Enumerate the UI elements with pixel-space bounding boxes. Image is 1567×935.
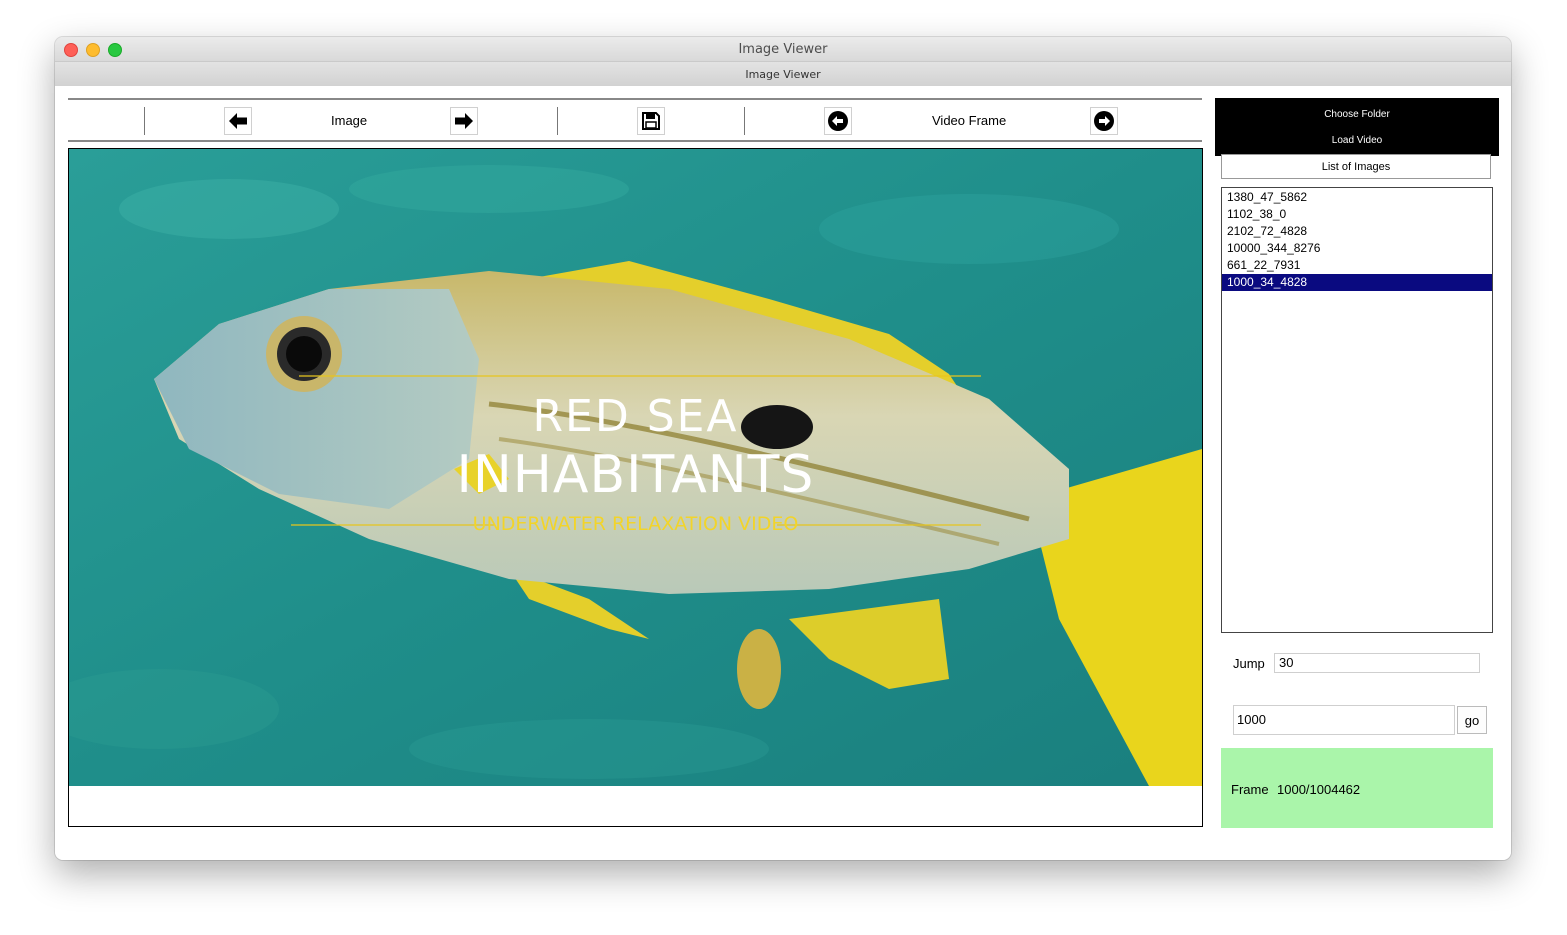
save-icon <box>642 112 660 130</box>
toolbar-separator <box>557 107 558 135</box>
load-video-button[interactable]: Load Video <box>1215 135 1499 146</box>
toolbar-separator <box>144 107 145 135</box>
jump-label: Jump <box>1233 656 1265 671</box>
frame-number-input[interactable]: 1000 <box>1233 705 1455 735</box>
window-controls <box>64 43 122 57</box>
window-subtitle-bar: Image Viewer <box>55 61 1511 87</box>
toolbar-separator <box>744 107 745 135</box>
frame-counter: 1000/1004462 <box>1277 782 1361 797</box>
video-frame-nav-label: Video Frame <box>932 113 1007 128</box>
list-item[interactable]: 1102_38_0 <box>1222 206 1492 223</box>
go-button[interactable]: go <box>1457 706 1487 734</box>
overlay-title-line2: INHABITANTS <box>456 445 815 505</box>
list-item[interactable]: 10000_344_8276 <box>1222 240 1492 257</box>
window-subtitle: Image Viewer <box>745 67 821 81</box>
window-title: Image Viewer <box>738 41 828 57</box>
jump-input[interactable]: 30 <box>1274 653 1480 673</box>
circle-arrow-left-icon <box>828 111 848 131</box>
choose-folder-button[interactable]: Choose Folder <box>1215 109 1499 120</box>
app-window: Image Viewer Image Viewer Image Video Fr… <box>55 37 1511 860</box>
frame-label: Frame <box>1231 782 1269 797</box>
main-content: Image Video Frame RED SEA INHABITANTS UN… <box>55 86 1511 860</box>
image-nav-label: Image <box>331 113 368 128</box>
circle-arrow-right-icon <box>1094 111 1114 131</box>
list-item[interactable]: 1000_34_4828 <box>1222 274 1492 291</box>
list-item[interactable]: 661_22_7931 <box>1222 257 1492 274</box>
next-frame-button[interactable] <box>1090 107 1118 135</box>
close-window-button[interactable] <box>64 43 78 57</box>
overlay-title-line1: RED SEA <box>532 391 739 442</box>
overlay-subtitle: UNDERWATER RELAXATION VIDEO <box>472 513 799 535</box>
image-viewer[interactable]: RED SEA INHABITANTS UNDERWATER RELAXATIO… <box>68 148 1203 827</box>
list-item[interactable]: 2102_72_4828 <box>1222 223 1492 240</box>
previous-image-button[interactable] <box>224 107 252 135</box>
arrow-right-icon <box>455 113 473 129</box>
previous-frame-button[interactable] <box>824 107 852 135</box>
image-list[interactable]: 1380_47_5862 1102_38_0 2102_72_4828 10000_3… <box>1221 187 1493 633</box>
next-image-button[interactable] <box>450 107 478 135</box>
zoom-window-button[interactable] <box>108 43 122 57</box>
minimize-window-button[interactable] <box>86 43 100 57</box>
toolbar: Image Video Frame <box>68 98 1202 142</box>
video-frame-image: RED SEA INHABITANTS UNDERWATER RELAXATIO… <box>69 149 1202 786</box>
title-bar[interactable]: Image Viewer <box>55 37 1511 61</box>
frame-status-panel: Frame 1000/1004462 <box>1221 748 1493 828</box>
save-button[interactable] <box>637 107 665 135</box>
list-item[interactable]: 1380_47_5862 <box>1222 189 1492 206</box>
arrow-left-icon <box>229 113 247 129</box>
sidebar-actions: Choose Folder Load Video <box>1215 98 1499 156</box>
list-of-images-header[interactable]: List of Images <box>1221 154 1491 179</box>
